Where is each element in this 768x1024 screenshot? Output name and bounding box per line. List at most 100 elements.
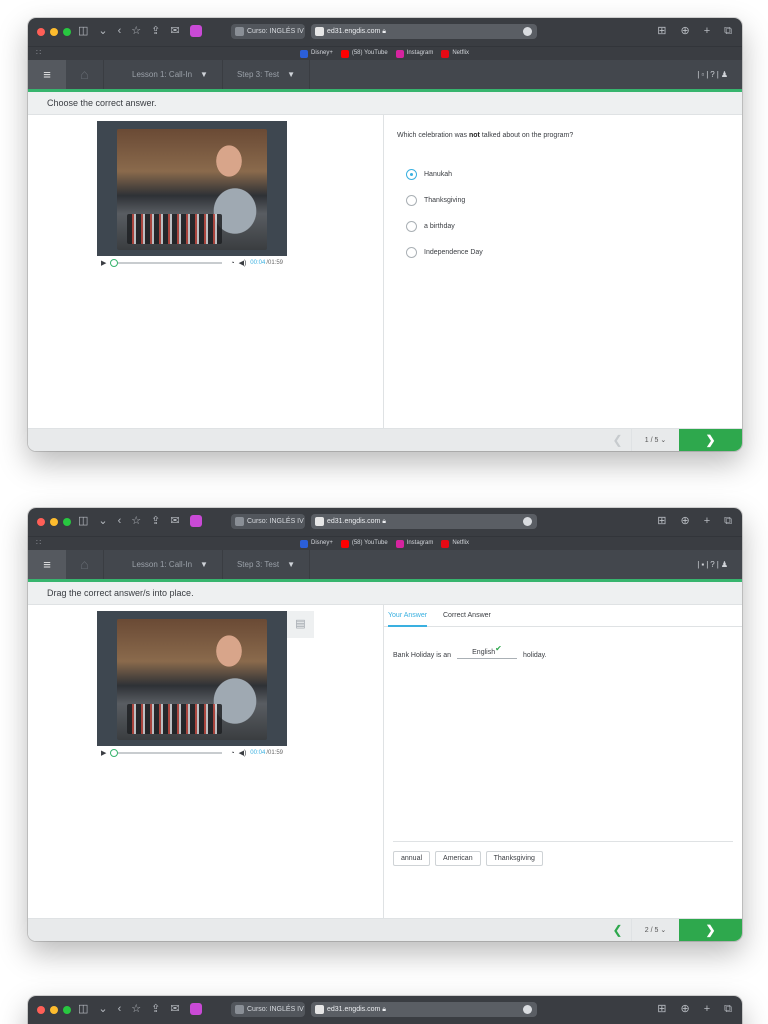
chevron-down-icon[interactable]: ⌄ xyxy=(98,24,107,38)
back-icon[interactable]: ‹ xyxy=(118,1002,122,1016)
close-window-button[interactable] xyxy=(37,28,45,36)
radio-button[interactable] xyxy=(406,194,417,206)
back-icon[interactable]: ‹ xyxy=(118,24,122,38)
video-player[interactable] xyxy=(97,611,287,746)
extension-icon[interactable] xyxy=(189,1003,202,1015)
progress-slider[interactable] xyxy=(110,749,223,757)
grid-icon[interactable]: ⊞ xyxy=(657,24,666,38)
reader-icon[interactable]: ✉ xyxy=(170,514,179,528)
previous-button[interactable]: ❮ xyxy=(604,919,631,941)
video-player[interactable] xyxy=(97,121,287,256)
address-bar[interactable]: ed31.engdis.com 🔒︎ xyxy=(311,514,537,529)
zoom-window-button[interactable] xyxy=(63,1006,71,1014)
share-icon[interactable]: ⇪ xyxy=(151,24,160,38)
new-tab-icon[interactable]: + xyxy=(704,514,710,528)
tabs-overview-icon[interactable]: ⧉ xyxy=(724,1002,732,1016)
lesson-selector[interactable]: Lesson 1: Call-In ▼ xyxy=(118,60,223,89)
browser-tab[interactable]: Curso: INGLÉS IV xyxy=(231,514,305,529)
download-icon[interactable]: ⊕ xyxy=(680,1002,689,1016)
grid-icon[interactable]: ⊞ xyxy=(657,514,666,528)
drop-zone[interactable]: English✔ xyxy=(456,644,517,659)
filled-answer[interactable]: English xyxy=(472,649,495,656)
reader-icon[interactable]: ✉ xyxy=(170,24,179,38)
share-icon[interactable]: ⇪ xyxy=(151,514,160,528)
chevron-down-icon[interactable]: ⌄ xyxy=(98,1002,107,1016)
new-tab-icon[interactable]: + xyxy=(704,24,710,38)
sidebar-icon[interactable]: ◫ xyxy=(78,24,88,38)
extension-icon[interactable] xyxy=(189,515,202,527)
previous-button[interactable]: ❮ xyxy=(604,429,631,451)
page-menu-icon[interactable] xyxy=(523,517,532,526)
new-tab-icon[interactable]: + xyxy=(704,1002,710,1016)
volume-icon[interactable]: ◀) xyxy=(239,259,247,267)
radio-button[interactable] xyxy=(406,168,417,180)
back-icon[interactable]: ‹ xyxy=(118,514,122,528)
speed-icon[interactable]: ◔ xyxy=(230,260,234,267)
transcript-icon[interactable]: ▤ xyxy=(287,611,314,638)
menu-button[interactable]: ≡ xyxy=(28,550,66,579)
tab-correct-answer[interactable]: Correct Answer xyxy=(443,605,491,627)
grid-icon[interactable]: ⊞ xyxy=(657,1002,666,1016)
download-icon[interactable]: ⊕ xyxy=(680,514,689,528)
reader-icon[interactable]: ✉ xyxy=(170,1002,179,1016)
bookmark-star-icon[interactable]: ☆ xyxy=(131,1002,141,1016)
speed-icon[interactable]: ◔ xyxy=(230,750,234,757)
next-button[interactable]: ❯ xyxy=(679,429,742,451)
progress-slider[interactable] xyxy=(110,259,223,267)
play-icon[interactable]: ▶ xyxy=(101,749,106,757)
favorites-grid-icon[interactable]: ∷ xyxy=(36,48,41,57)
favorite-link[interactable]: Disney+ xyxy=(300,49,333,58)
home-icon[interactable]: ⌂ xyxy=(66,60,104,89)
favorite-link[interactable]: (58) YouTube xyxy=(340,49,388,58)
tab-your-answer[interactable]: Your Answer xyxy=(388,605,428,627)
radio-button[interactable] xyxy=(406,220,417,232)
step-selector[interactable]: Step 3: Test ▼ xyxy=(223,550,310,579)
favorite-link[interactable]: Disney+ xyxy=(300,539,333,548)
lesson-selector[interactable]: Lesson 1: Call-In ▼ xyxy=(118,550,223,579)
minimize-window-button[interactable] xyxy=(50,1006,58,1014)
play-icon[interactable]: ▶ xyxy=(101,259,106,267)
word-chip[interactable]: American xyxy=(435,851,481,866)
zoom-window-button[interactable] xyxy=(63,518,71,526)
user-icon[interactable]: ♟ xyxy=(721,70,730,79)
zoom-window-button[interactable] xyxy=(63,28,71,36)
page-selector[interactable]: 1 / 5 ⌄ xyxy=(631,429,679,451)
bookmark-star-icon[interactable]: ☆ xyxy=(131,514,141,528)
favorites-grid-icon[interactable]: ∷ xyxy=(36,538,41,547)
favorite-link[interactable]: Instagram xyxy=(395,49,433,58)
favorite-link[interactable]: Instagram xyxy=(395,539,433,548)
browser-tab[interactable]: Curso: INGLÉS IV xyxy=(231,1002,305,1017)
browser-tab[interactable]: Curso: INGLÉS IV xyxy=(231,24,305,39)
close-window-button[interactable] xyxy=(37,518,45,526)
radio-button[interactable] xyxy=(406,246,417,258)
extension-icon[interactable] xyxy=(189,25,202,37)
word-chip[interactable]: annual xyxy=(393,851,431,866)
address-bar[interactable]: ed31.engdis.com 🔒︎ xyxy=(311,1002,537,1017)
chevron-down-icon[interactable]: ⌄ xyxy=(98,514,107,528)
close-window-button[interactable] xyxy=(37,1006,45,1014)
favorite-link[interactable]: Netflix xyxy=(441,539,469,548)
download-icon[interactable]: ⊕ xyxy=(680,24,689,38)
minimize-window-button[interactable] xyxy=(50,518,58,526)
progress-knob[interactable] xyxy=(110,749,119,757)
answer-option[interactable]: Independence Day xyxy=(406,239,483,265)
tabs-overview-icon[interactable]: ⧉ xyxy=(724,24,732,38)
next-button[interactable]: ❯ xyxy=(679,919,742,941)
page-menu-icon[interactable] xyxy=(523,27,532,36)
progress-knob[interactable] xyxy=(110,259,119,267)
sidebar-icon[interactable]: ◫ xyxy=(78,514,88,528)
bookmark-star-icon[interactable]: ☆ xyxy=(131,24,141,38)
volume-icon[interactable]: ◀) xyxy=(239,749,247,757)
tabs-overview-icon[interactable]: ⧉ xyxy=(724,514,732,528)
answer-option[interactable]: Thanksgiving xyxy=(406,187,483,213)
page-selector[interactable]: 2 / 5 ⌄ xyxy=(631,919,679,941)
word-chip[interactable]: Thanksgiving xyxy=(485,851,543,866)
user-icon[interactable]: ♟ xyxy=(721,560,730,569)
home-icon[interactable]: ⌂ xyxy=(66,550,104,579)
answer-option[interactable]: Hanukah xyxy=(406,161,483,187)
minimize-window-button[interactable] xyxy=(50,28,58,36)
answer-option[interactable]: a birthday xyxy=(406,213,483,239)
sidebar-icon[interactable]: ◫ xyxy=(78,1002,88,1016)
share-icon[interactable]: ⇪ xyxy=(151,1002,160,1016)
favorite-link[interactable]: Netflix xyxy=(441,49,469,58)
